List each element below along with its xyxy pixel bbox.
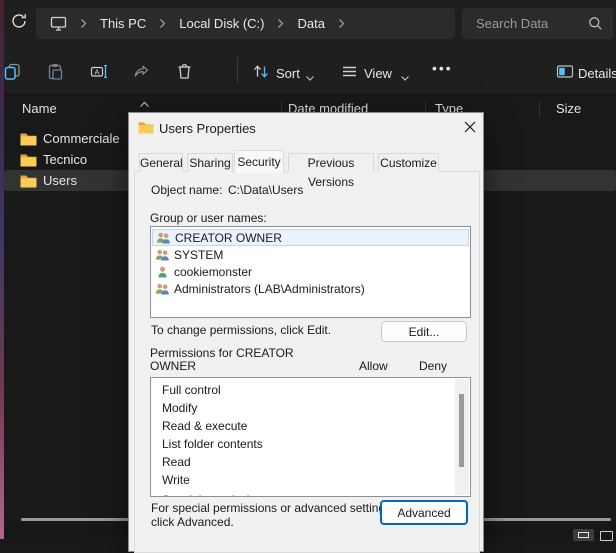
view-icon — [341, 63, 358, 80]
column-header-name[interactable]: Name — [22, 101, 57, 116]
sort-button[interactable]: Sort — [276, 66, 300, 81]
svg-text:A: A — [95, 67, 100, 76]
rename-button[interactable]: A — [90, 63, 107, 80]
details-view-toggle-button[interactable] — [573, 529, 594, 541]
permissions-for-label-line1: Permissions for CREATOR — [150, 346, 294, 360]
refresh-button[interactable] — [10, 12, 28, 30]
permission-read[interactable]: Read — [162, 455, 191, 469]
group-icon — [155, 248, 170, 262]
group-user-names-list[interactable]: CREATOR OWNER SYSTEM cookiemonster Admin… — [150, 226, 471, 318]
more-options-button[interactable]: ••• — [432, 60, 453, 76]
tab-security[interactable]: Security — [234, 150, 284, 173]
list-item-creator-owner[interactable]: CREATOR OWNER — [152, 229, 469, 246]
folder-icon — [20, 153, 37, 167]
folder-icon — [138, 121, 154, 137]
file-name: Users — [43, 173, 77, 188]
group-user-names-label: Group or user names: — [150, 211, 267, 225]
view-chevron-down-icon — [400, 69, 410, 87]
group-name: Administrators (LAB\Administrators) — [174, 282, 365, 296]
permission-read-execute[interactable]: Read & execute — [162, 419, 247, 433]
breadcrumb-this-pc[interactable]: This PC — [100, 16, 146, 31]
permissions-for-label-line2: OWNER — [150, 359, 196, 373]
dialog-title: Users Properties — [159, 121, 256, 136]
user-icon — [155, 265, 170, 279]
scrollbar-thumb[interactable] — [459, 394, 464, 467]
advanced-hint-line1: For special permissions or advanced sett… — [151, 501, 394, 515]
toolbar-separator — [237, 57, 238, 83]
group-icon — [155, 282, 170, 296]
folder-icon — [20, 174, 37, 188]
permissions-list[interactable]: Full control Modify Read & execute List … — [150, 377, 471, 497]
permission-special-clipped[interactable]: Special permissions — [162, 493, 269, 497]
tab-customize[interactable]: Customize — [378, 153, 439, 172]
details-pane-icon — [556, 63, 573, 80]
permission-modify[interactable]: Modify — [162, 401, 197, 415]
breadcrumb-chevron-icon — [277, 18, 284, 29]
desktop-wallpaper-strip — [0, 0, 4, 539]
object-name-value: C:\Data\Users — [228, 183, 303, 197]
search-box[interactable] — [462, 8, 613, 39]
rename-icon: A — [90, 63, 109, 80]
address-bar[interactable]: This PC Local Disk (C:) Data — [36, 8, 455, 39]
search-icon — [588, 16, 603, 36]
paste-icon — [47, 63, 64, 80]
file-name: Commerciale — [43, 131, 120, 146]
deny-column-label: Deny — [419, 359, 447, 373]
users-properties-dialog: Users Properties General Sharing Securit… — [128, 112, 484, 552]
column-header-size[interactable]: Size — [556, 101, 581, 116]
permission-write[interactable]: Write — [162, 473, 190, 487]
delete-button[interactable] — [176, 63, 193, 80]
group-name: CREATOR OWNER — [175, 231, 282, 245]
edit-button[interactable]: Edit... — [381, 321, 467, 342]
tab-previous-versions[interactable]: Previous Versions — [288, 153, 374, 172]
this-pc-icon — [50, 16, 67, 31]
list-item-administrators[interactable]: Administrators (LAB\Administrators) — [152, 280, 469, 297]
details-pane-button[interactable]: Details — [578, 66, 616, 81]
sort-chevron-down-icon — [305, 69, 315, 87]
breadcrumb-chevron-icon — [159, 18, 166, 29]
tab-sharing[interactable]: Sharing — [187, 153, 233, 172]
list-item-system[interactable]: SYSTEM — [152, 246, 469, 263]
breadcrumb-local-disk-c[interactable]: Local Disk (C:) — [179, 16, 264, 31]
breadcrumb-data[interactable]: Data — [297, 16, 324, 31]
sort-icon — [252, 63, 269, 80]
thumbnail-view-toggle-button[interactable] — [600, 531, 613, 541]
share-button[interactable] — [133, 63, 150, 80]
group-name: SYSTEM — [174, 248, 223, 262]
permission-list-folder-contents[interactable]: List folder contents — [162, 437, 263, 451]
group-name: cookiemonster — [174, 265, 252, 279]
details-view-icon — [578, 532, 589, 538]
close-icon — [464, 121, 476, 133]
advanced-hint-line2: click Advanced. — [151, 515, 234, 529]
copy-icon — [4, 63, 21, 80]
list-item-cookiemonster[interactable]: cookiemonster — [152, 263, 469, 280]
breadcrumb-chevron-icon — [338, 18, 345, 29]
permission-full-control[interactable]: Full control — [162, 383, 221, 397]
file-name: Tecnico — [43, 152, 87, 167]
column-divider[interactable] — [539, 101, 540, 118]
sort-ascending-caret-icon — [139, 95, 150, 113]
tab-general[interactable]: General — [139, 153, 183, 172]
copy-button[interactable] — [4, 63, 21, 80]
share-icon — [133, 63, 150, 80]
trash-icon — [176, 63, 193, 80]
breadcrumb-chevron-icon — [80, 18, 87, 29]
group-icon — [156, 231, 171, 245]
edit-hint-text: To change permissions, click Edit. — [151, 323, 331, 337]
view-button[interactable]: View — [364, 66, 392, 81]
advanced-button[interactable]: Advanced — [380, 500, 468, 525]
folder-icon — [20, 132, 37, 146]
permissions-scrollbar[interactable] — [455, 379, 469, 495]
allow-column-label: Allow — [359, 359, 388, 373]
paste-button[interactable] — [47, 63, 64, 80]
close-button[interactable] — [459, 116, 481, 138]
refresh-icon — [10, 12, 28, 30]
object-name-label: Object name: — [151, 183, 222, 197]
